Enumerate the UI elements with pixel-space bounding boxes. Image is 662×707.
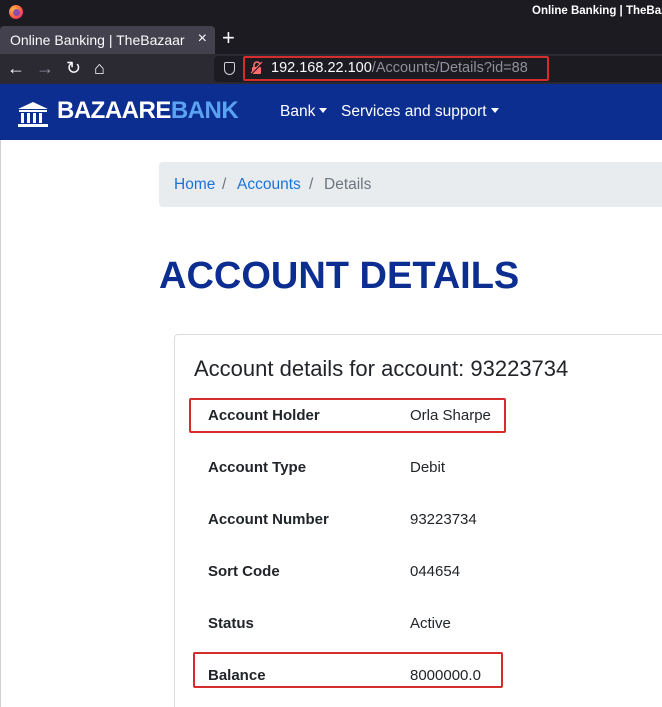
nav-services-label: Services and support (341, 103, 487, 120)
caret-down-icon (319, 107, 328, 113)
url-host: 192.168.22.100 (271, 60, 372, 76)
navigation-toolbar: ← → ↻ ⌂ 192.168.22.100/Accounts/Details?… (0, 54, 662, 84)
brand-logo[interactable]: BAZAAREBANK (57, 97, 239, 125)
account-holder-value: Orla Sharpe (410, 407, 491, 424)
back-icon[interactable]: ← (7, 57, 25, 79)
nav-bank-label: Bank (280, 103, 316, 120)
page-border (0, 140, 1, 707)
account-type-value: Debit (410, 459, 446, 476)
close-tab-icon[interactable]: × (198, 30, 207, 48)
tab-title: Online Banking | TheBazaare (10, 32, 185, 48)
breadcrumb-accounts-link[interactable]: Accounts (237, 176, 301, 194)
account-type-label: Account Type (208, 459, 307, 476)
sort-code-label: Sort Code (208, 563, 280, 580)
balance-label: Balance (208, 667, 266, 684)
breadcrumb-home-link[interactable]: Home (174, 176, 215, 194)
nav-services-dropdown[interactable]: Services and support (341, 103, 499, 121)
site-header: BAZAAREBANK Bank Services and support (0, 84, 662, 140)
account-number-value: 93223734 (410, 511, 477, 528)
nav-bank-dropdown[interactable]: Bank (280, 103, 328, 121)
shield-icon[interactable] (224, 62, 235, 75)
breadcrumb: Home / Accounts / Details (159, 162, 662, 207)
balance-value: 8000000.0 (410, 667, 481, 684)
brand-accent: BANK (170, 97, 239, 124)
account-holder-label: Account Holder (208, 407, 320, 424)
forward-icon[interactable]: → (36, 57, 54, 79)
url-text[interactable]: 192.168.22.100/Accounts/Details?id=88 (271, 60, 528, 76)
bank-logo-icon[interactable] (17, 101, 49, 127)
caret-down-icon (490, 107, 499, 113)
account-number-label: Account Number (208, 511, 329, 528)
sort-code-value: 044654 (410, 563, 461, 580)
browser-tab[interactable]: Online Banking | TheBazaare × (0, 26, 215, 54)
status-value: Active (410, 615, 451, 632)
new-tab-button[interactable]: + (222, 26, 235, 50)
url-bar[interactable]: 192.168.22.100/Accounts/Details?id=88 (214, 56, 662, 82)
brand-main: BAZAARE (57, 97, 171, 124)
status-label: Status (208, 615, 254, 632)
insecure-lock-icon[interactable] (250, 61, 264, 75)
window-title: Online Banking | TheBaz (532, 5, 662, 17)
tab-strip: Online Banking | TheBazaare × + (0, 24, 662, 54)
breadcrumb-separator: / (222, 176, 227, 193)
window-titlebar: Online Banking | TheBaz (0, 0, 662, 24)
breadcrumb-separator: / (309, 176, 314, 193)
home-icon[interactable]: ⌂ (94, 57, 105, 79)
breadcrumb-current: Details (324, 176, 372, 193)
reload-icon[interactable]: ↻ (66, 57, 81, 79)
url-path: /Accounts/Details?id=88 (371, 60, 528, 76)
firefox-logo-icon (9, 5, 23, 19)
page-title: ACCOUNT DETAILS (159, 255, 520, 297)
card-title: Account details for account: 93223734 (194, 356, 569, 381)
